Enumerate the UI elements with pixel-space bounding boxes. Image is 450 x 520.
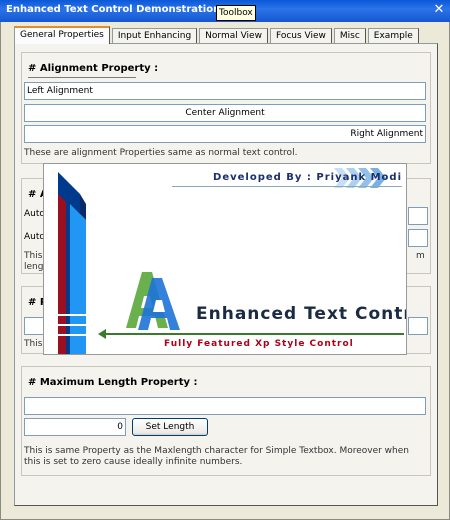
decorative-bars [54,172,90,354]
password-input-left[interactable] [24,317,44,335]
maxlength-group: # Maximum Length Property : 0 Set Length… [21,366,431,476]
maxlength-input[interactable] [24,397,426,415]
arrow-left-icon [98,329,106,339]
set-length-button[interactable]: Set Length [132,418,208,436]
maxlength-note: This is same Property as the Maxlength c… [24,446,409,467]
auto-note-right: m [416,251,425,261]
brand-name: Enhanced Text Control [196,304,406,324]
logo-icon [126,272,180,330]
tab-general-properties[interactable]: General Properties [14,26,110,44]
auto-input-1[interactable] [408,207,428,225]
close-icon[interactable]: ✕ [432,3,446,17]
alignment-title: # Alignment Property : [28,63,159,74]
splash-screen: Developed By : Priyank Modi Enhanced Tex… [43,163,407,355]
alignment-group: # Alignment Property : Left Alignment Ce… [21,52,431,164]
auto-note-line1: This [24,251,43,261]
title-underline [28,77,136,78]
tab-example[interactable]: Example [367,28,419,44]
tooltip: Toolbox [216,5,256,21]
tab-misc[interactable]: Misc [333,28,366,44]
center-alignment-input[interactable]: Center Alignment [24,104,426,122]
tab-strip: General Properties Input Enhancing Norma… [14,26,421,44]
tagline: Fully Featured Xp Style Control [164,339,354,349]
tab-focus-view[interactable]: Focus View [269,28,332,44]
window-title: Enhanced Text Control Demonstrations ::. [6,4,242,15]
arrow-line [104,333,404,335]
password-note: This [24,339,43,349]
right-alignment-input[interactable]: Right Alignment [24,125,426,143]
tab-normal-view[interactable]: Normal View [199,28,268,44]
auto-input-2[interactable] [408,229,428,247]
auto-label-1: Auto [24,209,45,219]
auto-label-2: Auto [24,232,45,242]
length-value-input[interactable]: 0 [24,418,126,436]
left-alignment-input[interactable]: Left Alignment [24,82,426,100]
tab-input-enhancing[interactable]: Input Enhancing [111,28,198,44]
password-input-right[interactable] [408,317,428,335]
maxlength-title: # Maximum Length Property : [28,377,198,388]
alignment-note: These are alignment Properties same as n… [24,148,298,158]
developer-credit: Developed By : Priyank Modi [213,172,402,183]
header-line [172,186,402,187]
